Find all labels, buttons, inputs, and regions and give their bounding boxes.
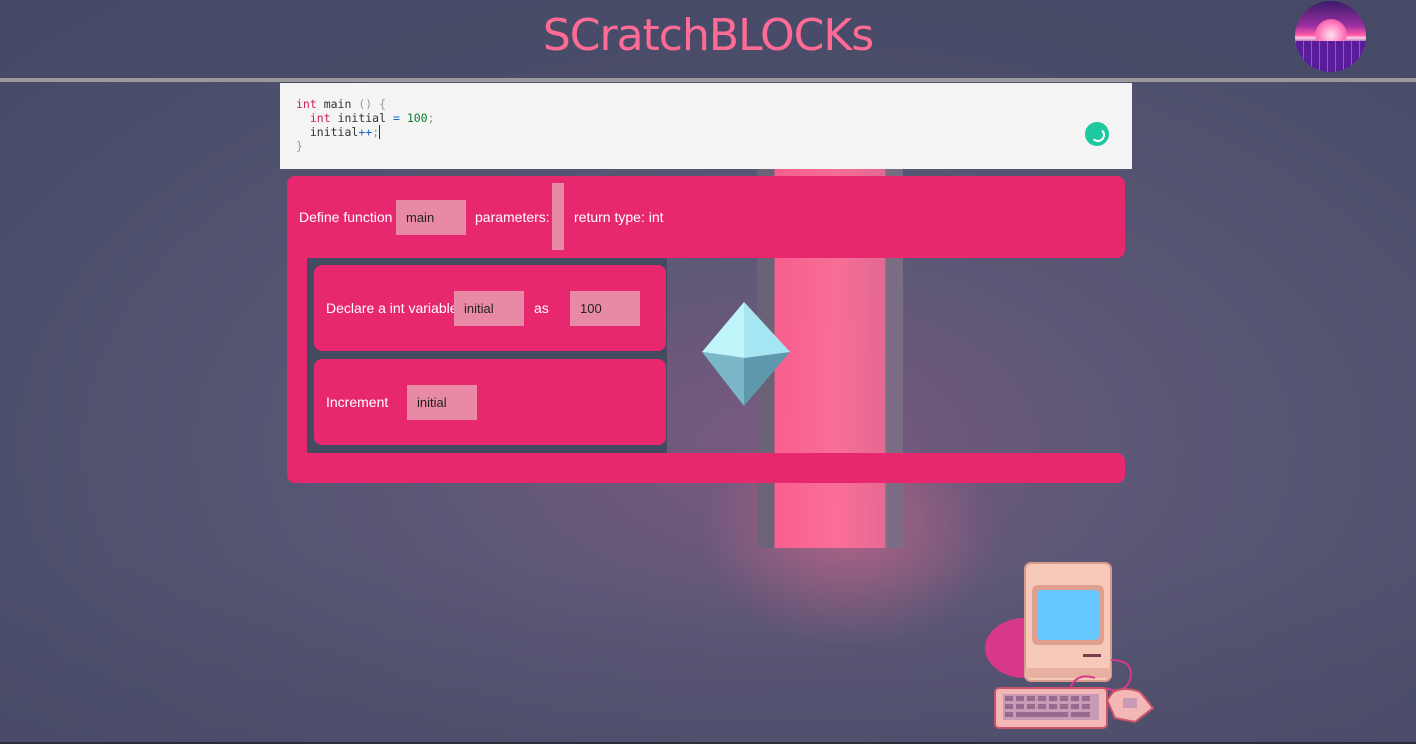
parameters-input[interactable]: [552, 183, 564, 250]
code-line-1: int main () {: [296, 97, 387, 111]
increment-block[interactable]: Increment initial: [314, 359, 666, 445]
avatar-grid-icon: [1295, 41, 1366, 72]
background-floor: [0, 560, 1416, 744]
as-label: as: [534, 300, 549, 316]
define-function-label: Define function: [299, 209, 393, 225]
declare-variable-block[interactable]: Declare a int variable initial as 100: [314, 265, 666, 351]
retro-computer-illustration-icon: [985, 562, 1155, 729]
function-header[interactable]: Define function main parameters: return …: [287, 176, 1125, 258]
code-text[interactable]: int main () { int initial = 100; initial…: [296, 97, 435, 153]
code-line-2: int initial = 100;: [309, 111, 435, 125]
function-name-input[interactable]: main: [396, 200, 466, 235]
code-editor[interactable]: int main () { int initial = 100; initial…: [280, 83, 1132, 169]
crystal-decoration-icon: [702, 302, 790, 406]
code-line-3: initial++;: [296, 125, 381, 139]
function-body: Declare a int variable initial as 100 In…: [307, 258, 667, 453]
code-line-4: }: [296, 139, 303, 153]
parameters-label: parameters:: [475, 209, 550, 225]
app-title: SCratchBLOCKs: [542, 10, 874, 61]
increment-variable-input[interactable]: initial: [407, 385, 477, 420]
avatar[interactable]: [1295, 1, 1366, 72]
declare-variable-label: Declare a int variable: [326, 300, 458, 316]
function-block-spine: [287, 246, 307, 476]
header: SCratchBLOCKs: [0, 0, 1416, 78]
header-divider: [0, 78, 1416, 82]
return-type-label: return type: int: [574, 209, 664, 225]
loading-spinner-icon: [1085, 122, 1109, 146]
variable-name-input[interactable]: initial: [454, 291, 524, 326]
function-footer: [287, 453, 1125, 483]
increment-label: Increment: [326, 394, 389, 410]
variable-value-input[interactable]: 100: [570, 291, 640, 326]
